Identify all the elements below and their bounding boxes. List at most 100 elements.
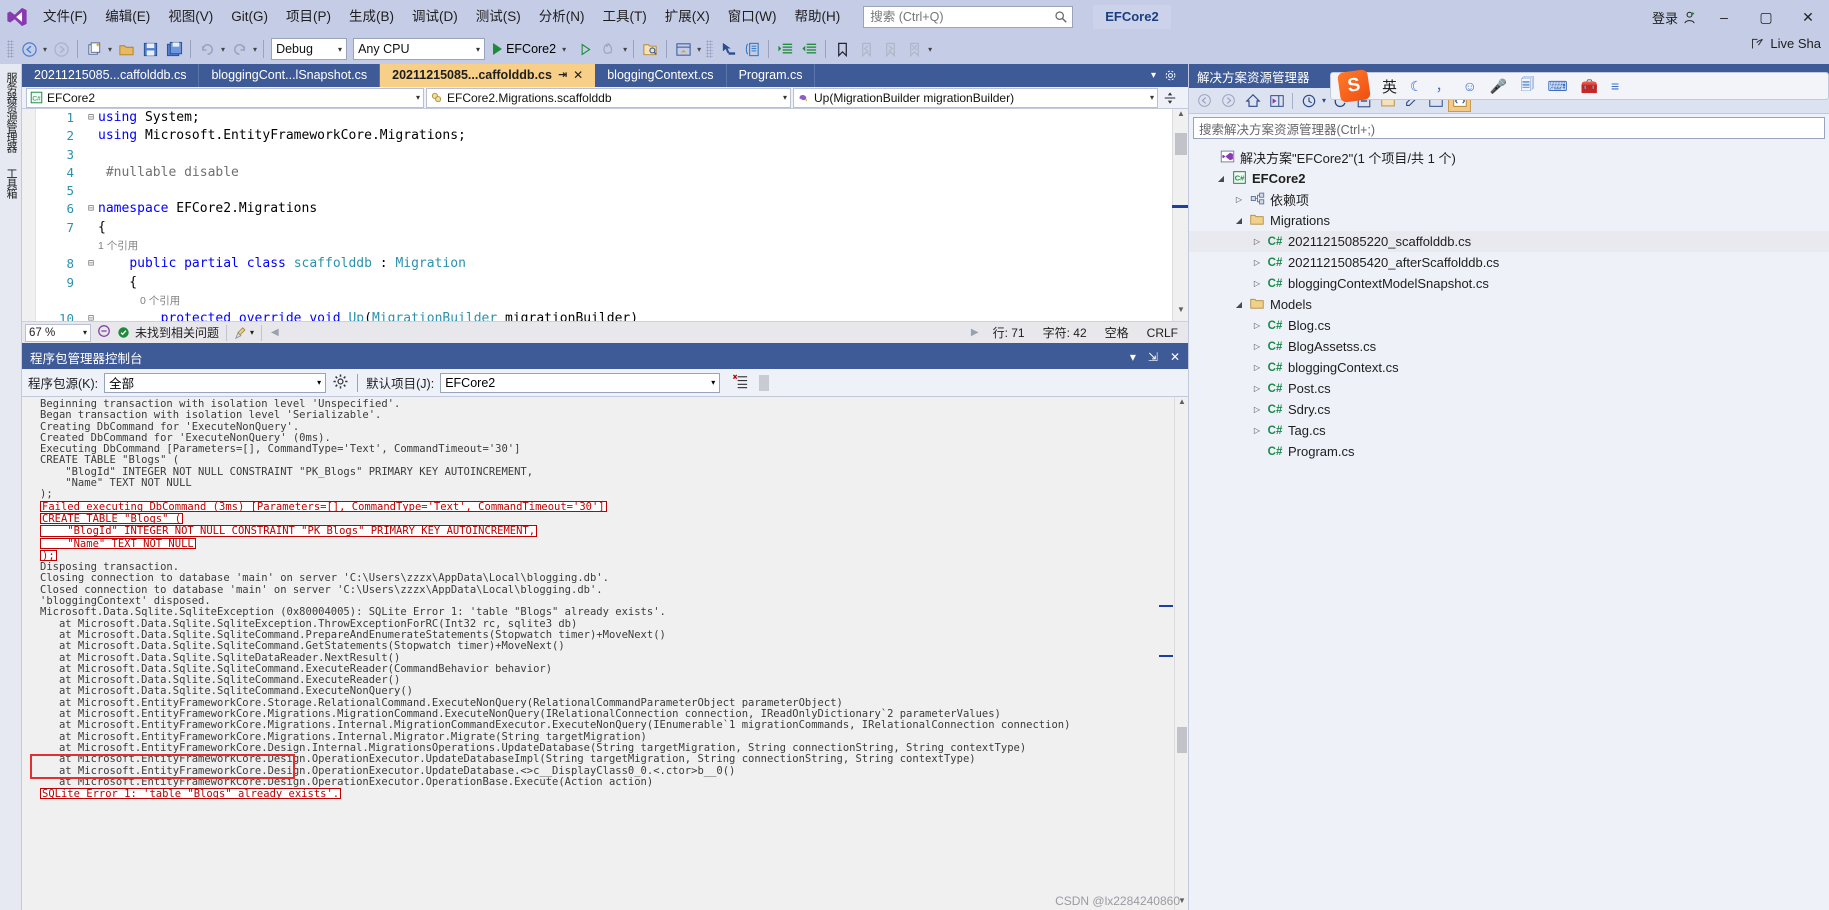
sogou-logo-icon[interactable]: S bbox=[1337, 69, 1371, 103]
sign-in-button[interactable]: 登录 bbox=[1646, 8, 1703, 27]
console-close-icon[interactable]: ✕ bbox=[1170, 350, 1180, 364]
tree-item-scaffolddb-cs[interactable]: ▷ C# 20211215085220_scaffolddb.cs bbox=[1189, 231, 1829, 252]
tree-item-modelsnapshot-cs[interactable]: ▷ C# bloggingContextModelSnapshot.cs bbox=[1189, 273, 1829, 294]
expander-expand-icon-4[interactable]: ▷ bbox=[1249, 279, 1265, 288]
expander-expand-icon-10[interactable]: ▷ bbox=[1249, 426, 1265, 435]
default-project-combo[interactable]: EFCore2 ▾ bbox=[440, 372, 721, 393]
menu-item-view[interactable]: 视图(V) bbox=[159, 0, 222, 34]
fold-toggle-icon-4[interactable]: ⊟ bbox=[84, 310, 98, 321]
expander-expand-icon-9[interactable]: ▷ bbox=[1249, 405, 1265, 414]
server-explorer-tab[interactable]: 服务器资源管理器 bbox=[0, 64, 22, 160]
console-vertical-scrollbar[interactable]: ▲ ▼ bbox=[1174, 397, 1188, 910]
expander-expand-icon-3[interactable]: ▷ bbox=[1249, 258, 1265, 267]
editor-vertical-scrollbar[interactable]: ▲ ▼ bbox=[1172, 109, 1188, 321]
se-forward-icon[interactable] bbox=[1218, 90, 1239, 111]
package-settings-gear-icon[interactable] bbox=[332, 373, 349, 393]
document-settings-gear-icon[interactable] bbox=[1164, 69, 1177, 82]
new-project-dropdown-icon[interactable]: ▾ bbox=[106, 45, 114, 54]
redo-icon[interactable] bbox=[227, 37, 251, 61]
tree-item-solution[interactable]: 解决方案"EFCore2"(1 个项目/共 1 个) bbox=[1189, 147, 1829, 168]
save-icon[interactable] bbox=[138, 37, 162, 61]
member-scope-combo[interactable]: Up(MigrationBuilder migrationBuilder) ▾ bbox=[793, 87, 1158, 108]
undo-dropdown-icon[interactable]: ▾ bbox=[219, 45, 227, 54]
close-button[interactable]: ✕ bbox=[1787, 0, 1829, 34]
moon-icon[interactable]: ☾ bbox=[1410, 78, 1423, 95]
code-cleanup-button[interactable]: ▾ bbox=[234, 326, 254, 340]
solution-configuration-combo[interactable]: Debug ▾ bbox=[271, 38, 348, 60]
menu-item-project[interactable]: 项目(P) bbox=[277, 0, 340, 34]
expander-expand-icon[interactable]: ▷ bbox=[1231, 195, 1247, 204]
tree-item-afterscaffolddb-cs[interactable]: ▷ C# 20211215085420_afterScaffolddb.cs bbox=[1189, 252, 1829, 273]
expander-expand-icon-5[interactable]: ▷ bbox=[1249, 321, 1265, 330]
zoom-level-combo[interactable]: 67 % ▾ bbox=[25, 323, 91, 342]
type-scope-combo[interactable]: EFCore2.Migrations.scaffolddb ▾ bbox=[426, 87, 791, 108]
code-text-area[interactable]: 1 ⊟ using System; 2 using Microsoft.Enti… bbox=[22, 109, 1172, 321]
tree-item-post-cs[interactable]: ▷ C# Post.cs bbox=[1189, 378, 1829, 399]
fold-toggle-icon-3[interactable]: ⊟ bbox=[84, 255, 98, 273]
expander-expand-icon-2[interactable]: ▷ bbox=[1249, 237, 1265, 246]
tab-list-dropdown-icon[interactable]: ▾ bbox=[1151, 70, 1156, 81]
global-search-box[interactable] bbox=[863, 6, 1074, 28]
maximize-button[interactable]: ▢ bbox=[1745, 0, 1787, 34]
hot-reload-icon[interactable] bbox=[597, 37, 621, 61]
start-without-debugging-icon[interactable] bbox=[573, 37, 597, 61]
code-lens-references-2[interactable]: 0 个引用 bbox=[98, 292, 1172, 310]
tree-item-dependencies[interactable]: ▷ 依赖项 bbox=[1189, 189, 1829, 210]
se-switch-views-icon[interactable] bbox=[1266, 90, 1287, 111]
code-lens-references[interactable]: 1 个引用 bbox=[98, 237, 1172, 255]
hot-reload-dropdown-icon[interactable]: ▾ bbox=[621, 45, 629, 54]
navigate-forward-icon[interactable] bbox=[49, 37, 73, 61]
console-dropdown-icon[interactable]: ▾ bbox=[1130, 350, 1136, 364]
go-to-definition-icon[interactable] bbox=[716, 37, 740, 61]
expander-expand-icon-6[interactable]: ▷ bbox=[1249, 342, 1265, 351]
document-tab-2-active[interactable]: 20211215085...caffolddb.cs ⇥ ✕ bbox=[380, 64, 596, 87]
start-debugging-button[interactable]: EFCore2 ▾ bbox=[488, 37, 573, 61]
menu-item-git[interactable]: Git(G) bbox=[222, 0, 277, 34]
redo-dropdown-icon[interactable]: ▾ bbox=[251, 45, 259, 54]
solution-explorer-icon[interactable] bbox=[671, 37, 695, 61]
se-home-icon[interactable] bbox=[1242, 90, 1263, 111]
menu-item-file[interactable]: 文件(F) bbox=[34, 0, 96, 34]
scroll-down-arrow-icon[interactable]: ▼ bbox=[1173, 305, 1188, 321]
tree-item-migrations-folder[interactable]: ◢ Migrations bbox=[1189, 210, 1829, 231]
tree-item-blog-cs[interactable]: ▷ C# Blog.cs bbox=[1189, 315, 1829, 336]
search-input[interactable] bbox=[868, 9, 1055, 25]
next-bookmark-icon[interactable] bbox=[878, 37, 902, 61]
clear-bookmarks-icon[interactable] bbox=[902, 37, 926, 61]
expander-collapse-icon-2[interactable]: ◢ bbox=[1231, 216, 1247, 225]
console-pin-icon[interactable]: ⇲ bbox=[1148, 350, 1158, 364]
comma-icon[interactable]: ， bbox=[1436, 76, 1450, 96]
solution-platform-combo[interactable]: Any CPU ▾ bbox=[353, 38, 486, 60]
tree-item-sdry-cs[interactable]: ▷ C# Sdry.cs bbox=[1189, 399, 1829, 420]
ime-language-label[interactable]: 英 bbox=[1382, 76, 1397, 97]
backward-dropdown-icon[interactable]: ▾ bbox=[41, 45, 49, 54]
code-editor[interactable]: 1 ⊟ using System; 2 using Microsoft.Enti… bbox=[22, 109, 1188, 321]
menu-item-tools[interactable]: 工具(T) bbox=[594, 0, 656, 34]
tree-item-program-cs[interactable]: C# Program.cs bbox=[1189, 441, 1829, 462]
se-back-icon[interactable] bbox=[1194, 90, 1215, 111]
expander-collapse-icon[interactable]: ◢ bbox=[1213, 174, 1229, 183]
solution-tree[interactable]: 解决方案"EFCore2"(1 个项目/共 1 个) ◢ C# EFCore2 … bbox=[1189, 144, 1829, 910]
tree-item-tag-cs[interactable]: ▷ C# Tag.cs bbox=[1189, 420, 1829, 441]
scroll-up-arrow-icon[interactable]: ▲ bbox=[1173, 109, 1188, 125]
smiley-icon[interactable]: ☺ bbox=[1463, 78, 1477, 94]
issue-status[interactable]: 未找到相关问题 bbox=[117, 324, 219, 341]
console-scroll-thumb[interactable] bbox=[1177, 727, 1187, 753]
solution-explorer-search[interactable]: 搜索解决方案资源管理器(Ctrl+;) bbox=[1193, 117, 1825, 139]
tree-item-bloggingcontext-cs[interactable]: ▷ C# bloggingContext.cs bbox=[1189, 357, 1829, 378]
code-lens-row-2[interactable]: 0 个引用 bbox=[22, 292, 1172, 310]
document-tab-3[interactable]: bloggingContext.cs bbox=[595, 64, 727, 87]
fold-toggle-icon-2[interactable]: ⊟ bbox=[84, 200, 98, 218]
mic-icon[interactable]: 🎤 bbox=[1490, 78, 1507, 95]
menu-item-window[interactable]: 窗口(W) bbox=[719, 0, 786, 34]
tree-item-blogassetss-cs[interactable]: ▷ C# BlogAssetss.cs bbox=[1189, 336, 1829, 357]
se-pending-dropdown-icon[interactable]: ▾ bbox=[1322, 96, 1326, 105]
menu-item-test[interactable]: 测试(S) bbox=[467, 0, 530, 34]
document-tab-4[interactable]: Program.cs bbox=[726, 64, 816, 87]
menu-icon[interactable]: ≡ bbox=[1611, 78, 1619, 94]
live-share-button[interactable]: Live Sha bbox=[1750, 36, 1821, 51]
toolbar-overflow-icon[interactable]: ▾ bbox=[926, 45, 934, 54]
expander-expand-icon-8[interactable]: ▷ bbox=[1249, 384, 1265, 393]
comment-selection-icon[interactable] bbox=[740, 37, 764, 61]
toolbar-grip-2[interactable] bbox=[706, 40, 714, 58]
